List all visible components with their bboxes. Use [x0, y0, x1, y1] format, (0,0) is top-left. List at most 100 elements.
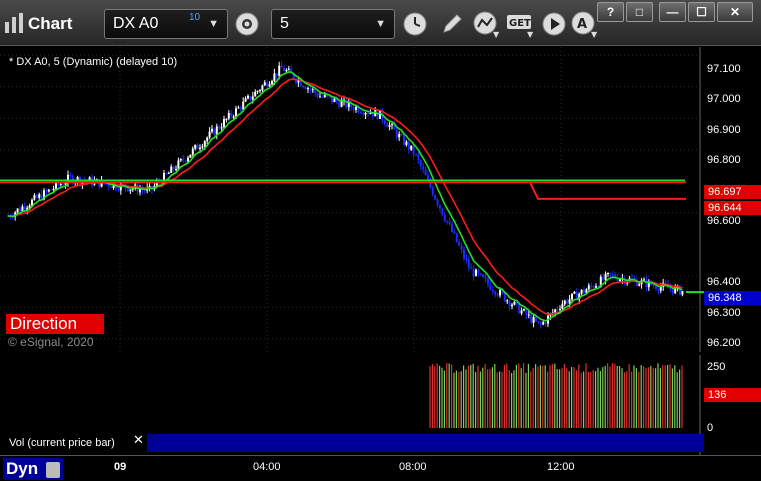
play-icon[interactable]: [539, 9, 569, 39]
candle-body: [611, 274, 614, 276]
candle-body: [199, 147, 201, 150]
window-title: Chart: [28, 14, 73, 33]
candle-body: [62, 184, 65, 186]
candle-body: [431, 187, 434, 196]
candle-body: [55, 182, 57, 189]
pencil-icon[interactable]: [437, 9, 467, 39]
alert-icon[interactable]: A ▼: [569, 9, 599, 39]
candle-body: [417, 154, 420, 161]
candle-body: [127, 188, 129, 192]
candle-body: [513, 301, 516, 305]
candle-body: [556, 309, 559, 311]
candle-body: [415, 154, 417, 156]
candle-body: [271, 81, 273, 85]
study-icon[interactable]: ▼: [471, 9, 501, 39]
candle-body: [45, 190, 48, 192]
candle-body: [19, 208, 21, 212]
interval-selector[interactable]: 5 ▼: [271, 9, 395, 39]
candle-body: [129, 189, 132, 192]
candle-body: [194, 144, 197, 149]
candle-body: [218, 126, 221, 129]
candle-body: [511, 304, 513, 307]
time-axis-label: 09: [114, 461, 127, 473]
candle-body: [16, 208, 19, 213]
candle-body: [191, 148, 194, 155]
candle-body: [247, 95, 249, 99]
candle-body: [587, 285, 590, 290]
candle-body: [21, 206, 24, 212]
candle-body: [602, 276, 605, 280]
candle-body: [184, 160, 187, 162]
help-button[interactable]: ?: [597, 2, 624, 22]
candle-body: [256, 90, 259, 92]
candle-body: [499, 289, 501, 296]
candle-body: [235, 108, 237, 117]
candle-body: [208, 131, 211, 138]
svg-text:▼: ▼: [493, 30, 500, 38]
close-button[interactable]: ✕: [717, 2, 753, 22]
candle-body: [489, 284, 492, 290]
candle-body: [443, 215, 446, 221]
candle-body: [559, 308, 561, 310]
candle-body: [657, 288, 660, 291]
clock-icon[interactable]: [400, 9, 430, 39]
candle-body: [391, 124, 393, 126]
candle-body: [307, 88, 309, 90]
candle-body: [659, 286, 662, 291]
price-axis-label: 96.300: [707, 307, 741, 319]
candle-body: [527, 314, 530, 316]
candle-body: [362, 112, 365, 115]
candle-body: [407, 141, 410, 150]
candle-body: [566, 300, 569, 304]
candle-body: [263, 82, 266, 86]
candle-body: [638, 284, 641, 286]
candle-body: [441, 208, 444, 216]
candle-body: [316, 92, 319, 97]
candle-body: [38, 194, 41, 198]
candle-body: [530, 314, 533, 323]
candle-body: [175, 169, 177, 171]
candle-body: [479, 273, 482, 275]
candle-body: [359, 112, 362, 114]
candle-body: [47, 189, 50, 192]
candle-body: [211, 128, 213, 132]
price-chart-plot[interactable]: [0, 47, 761, 352]
candle-body: [523, 309, 525, 311]
candle-body: [427, 175, 429, 180]
volume-axis-label: 250: [707, 361, 726, 373]
candle-body: [172, 166, 175, 170]
restore-button[interactable]: □: [626, 2, 653, 22]
volume-pane[interactable]: Vol (current price bar) ✕ 250 0 136: [0, 352, 761, 455]
candle-body: [52, 188, 55, 191]
minimize-button[interactable]: —: [659, 2, 686, 22]
maximize-button[interactable]: ☐: [688, 2, 715, 22]
time-axis-label: 12:00: [547, 461, 575, 473]
candle-body: [232, 116, 235, 118]
symbol-selector[interactable]: DX A0 10 ▼: [104, 9, 228, 39]
chart-app-icon: [5, 13, 23, 33]
candle-body: [487, 278, 489, 285]
candle-body: [571, 293, 573, 300]
close-icon[interactable]: ✕: [133, 432, 144, 448]
candle-body: [583, 289, 585, 293]
candle-body: [165, 173, 168, 175]
candle-body: [302, 85, 305, 88]
candle-body: [379, 110, 381, 119]
candle-body: [237, 107, 240, 109]
gear-icon[interactable]: [232, 9, 262, 39]
candle-body: [69, 174, 72, 176]
candle-body: [230, 113, 233, 117]
price-axis-label: 97.100: [707, 63, 741, 75]
get-data-icon[interactable]: GET ▼: [505, 9, 537, 39]
candle-body: [340, 101, 343, 107]
candle-body: [590, 285, 593, 287]
price-chart-pane[interactable]: * DX A0, 5 (Dynamic) (delayed 10) Direct…: [0, 47, 761, 352]
candle-body: [410, 145, 413, 150]
symbol-delay-badge: 10: [189, 12, 201, 23]
candle-body: [285, 69, 288, 72]
direction-label: Direction: [6, 314, 104, 334]
candle-body: [544, 322, 547, 324]
candle-body: [328, 96, 331, 98]
dynamic-mode-button[interactable]: Dyn: [3, 458, 63, 480]
candle-body: [405, 141, 408, 145]
